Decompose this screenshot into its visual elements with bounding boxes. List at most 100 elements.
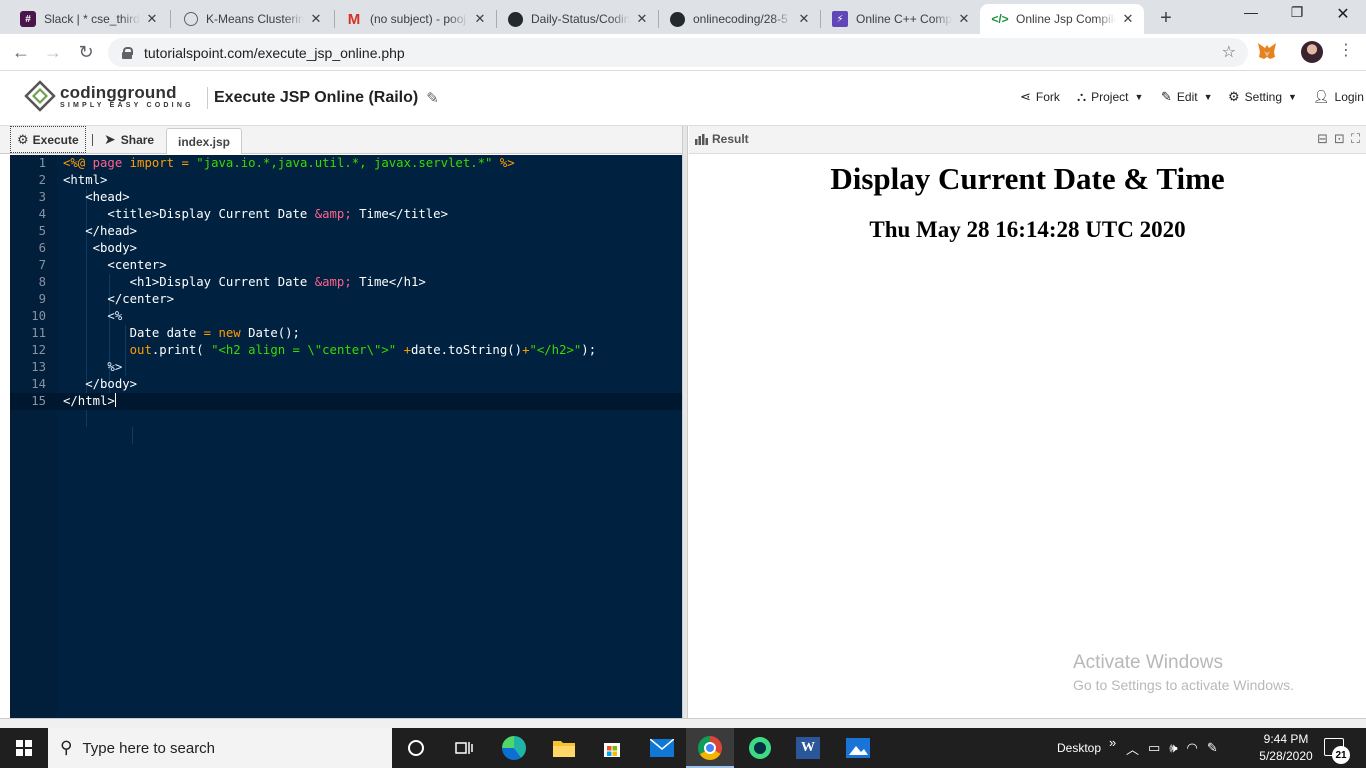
fit-screen-icon[interactable]: ⊡ — [1334, 131, 1345, 147]
code-line: 14 </body> — [31, 377, 138, 391]
minimize-button[interactable]: — — [1228, 4, 1274, 20]
codingground-logo[interactable]: codingground SIMPLY EASY CODING — [24, 80, 194, 112]
fork-button[interactable]: ⋖ Fork — [1020, 89, 1060, 105]
bar-chart-icon — [695, 133, 708, 145]
login-button[interactable]: 👤︎ Login — [1313, 89, 1364, 105]
url-text: tutorialspoint.com/execute_jsp_online.ph… — [144, 44, 405, 61]
browser-tab-strip: # Slack | * cse_third_ ✕ K-Means Cluster… — [0, 0, 1366, 34]
share-arrow-icon: ➤ — [104, 131, 116, 147]
project-menu[interactable]: ⛬ Project ▼ — [1077, 89, 1143, 105]
codingground-logo-icon — [24, 80, 56, 112]
panel-splitter[interactable] — [682, 126, 688, 720]
gears-icon: ⚙ — [17, 131, 29, 147]
collapse-icon[interactable]: ⊟ — [1317, 131, 1328, 147]
fullscreen-icon[interactable]: ⛶ — [1351, 131, 1360, 147]
profile-avatar[interactable] — [1301, 41, 1323, 63]
code-line: 10 <% — [31, 309, 123, 323]
result-heading: Display Current Date & Time — [830, 161, 1225, 196]
caret-down-icon: ▼ — [1203, 92, 1213, 102]
file-explorer-icon[interactable] — [540, 728, 588, 768]
microsoft-store-icon[interactable] — [588, 728, 636, 768]
code-line: 8 <h1>Display Current Date &amp; Time</h… — [38, 275, 426, 289]
close-tab-icon[interactable]: ✕ — [472, 11, 488, 27]
code-line: 2 <html> — [38, 173, 108, 187]
tutorialspoint-icon: ⚡ — [832, 11, 848, 27]
restore-button[interactable]: ❐ — [1274, 4, 1320, 21]
forward-icon[interactable]: → — [41, 40, 65, 64]
result-toolbar: Result ⊟ ⊡ ⛶ — [689, 126, 1366, 154]
slack-icon: # — [20, 11, 36, 27]
browser-tab-slack[interactable]: # Slack | * cse_third_ ✕ — [8, 4, 168, 34]
browser-tab-jsp-active[interactable]: </> Online Jsp Compile ✕ — [980, 4, 1144, 34]
cortana-icon[interactable] — [392, 728, 440, 768]
result-label: Result — [695, 132, 749, 146]
setting-menu[interactable]: ⚙ Setting ▼ — [1228, 89, 1297, 105]
edit-menu[interactable]: ✎ Edit ▼ — [1161, 89, 1213, 105]
close-tab-icon[interactable]: ✕ — [144, 11, 160, 27]
code-line-current: 15 </html> — [10, 393, 682, 410]
chrome-icon[interactable] — [686, 728, 734, 768]
battery-icon[interactable]: ▭ — [1148, 740, 1160, 756]
code-line: 12 out.print( "<h2 align = \"center\">" … — [31, 343, 597, 357]
browser-menu-icon[interactable]: ⋮ — [1338, 40, 1354, 60]
activate-windows-watermark: Activate Windows Go to Settings to activ… — [1073, 652, 1294, 693]
fork-icon: ⋖ — [1020, 89, 1031, 104]
new-tab-button[interactable]: + — [1156, 7, 1176, 30]
search-icon: ⚲ — [60, 738, 73, 757]
page-title: Execute JSP Online (Railo) ✎ — [207, 87, 439, 109]
chevron-up-icon[interactable]: ︿ — [1126, 739, 1139, 758]
close-tab-icon[interactable]: ✕ — [1120, 11, 1136, 27]
taskbar-search-box[interactable]: ⚲ Type here to search — [48, 728, 392, 768]
user-icon: 👤︎ — [1313, 89, 1330, 104]
task-view-icon[interactable] — [440, 728, 488, 768]
text-cursor — [114, 393, 116, 407]
close-window-button[interactable]: ✕ — [1320, 4, 1366, 24]
close-tab-icon[interactable]: ✕ — [308, 11, 324, 27]
close-tab-icon[interactable]: ✕ — [956, 11, 972, 27]
reload-icon[interactable]: ↻ — [74, 40, 98, 64]
github-icon — [508, 11, 523, 27]
pen-icon[interactable]: ✎ — [1207, 740, 1218, 756]
code-line: 7 <center> — [38, 258, 167, 272]
edit-title-icon[interactable]: ✎ — [426, 89, 439, 107]
bookmark-star-icon[interactable]: ☆ — [1222, 42, 1236, 62]
editor-toolbar: ⚙ Execute ➤ Share index.jsp — [0, 126, 684, 154]
code-line: 5 </head> — [38, 224, 138, 238]
android-studio-icon[interactable] — [736, 728, 784, 768]
sitemap-icon: ⛬ — [1077, 89, 1087, 104]
caret-down-icon: ▼ — [1288, 92, 1297, 102]
mail-icon[interactable] — [638, 728, 686, 768]
desktop-toolbar[interactable]: Desktop » — [1057, 728, 1116, 768]
globe-icon — [184, 12, 198, 26]
chevron-right-icon: » — [1109, 734, 1117, 750]
execute-button[interactable]: ⚙ Execute — [10, 126, 86, 153]
wifi-icon[interactable]: ◠ — [1187, 740, 1198, 756]
windows-logo-icon — [16, 740, 32, 756]
share-button[interactable]: ➤ Share — [104, 126, 154, 153]
caret-down-icon: ▼ — [1134, 92, 1144, 102]
status-strip — [0, 718, 1366, 728]
metamask-fox-icon[interactable] — [1257, 42, 1277, 60]
system-clock[interactable]: 9:44 PM 5/28/2020 — [1251, 731, 1321, 765]
site-header: codingground SIMPLY EASY CODING Execute … — [0, 72, 1366, 126]
browser-tab-kmeans[interactable]: K-Means Clustering ✕ — [172, 4, 332, 34]
browser-tab-cpp[interactable]: ⚡ Online C++ Comp ✕ — [820, 4, 980, 34]
lock-icon — [122, 46, 133, 59]
code-editor[interactable]: 1 <%@ page import = "java.io.*,java.util… — [10, 155, 682, 718]
browser-tab-github-onlinecoding[interactable]: onlinecoding/28-5 ✕ — [658, 4, 820, 34]
browser-tab-github-daily[interactable]: Daily-Status/Codin ✕ — [496, 4, 658, 34]
start-button[interactable] — [0, 728, 48, 768]
volume-icon[interactable]: 🕪︎ — [1169, 740, 1177, 756]
result-datetime: Thu May 28 16:14:28 UTC 2020 — [869, 217, 1186, 242]
url-bar[interactable]: tutorialspoint.com/execute_jsp_online.ph… — [108, 38, 1248, 67]
back-icon[interactable]: ← — [9, 40, 33, 64]
result-output: Display Current Date & Time Thu May 28 1… — [689, 155, 1366, 720]
close-tab-icon[interactable]: ✕ — [796, 11, 812, 27]
word-icon[interactable]: W — [784, 728, 832, 768]
file-tab-index-jsp[interactable]: index.jsp — [166, 128, 243, 154]
browser-tab-gmail[interactable]: M (no subject) - pooj ✕ — [334, 4, 496, 34]
close-tab-icon[interactable]: ✕ — [634, 11, 650, 27]
edge-icon[interactable] — [490, 728, 538, 768]
code-line: 11 Date date = new Date(); — [31, 326, 300, 340]
photos-icon[interactable] — [834, 728, 882, 768]
